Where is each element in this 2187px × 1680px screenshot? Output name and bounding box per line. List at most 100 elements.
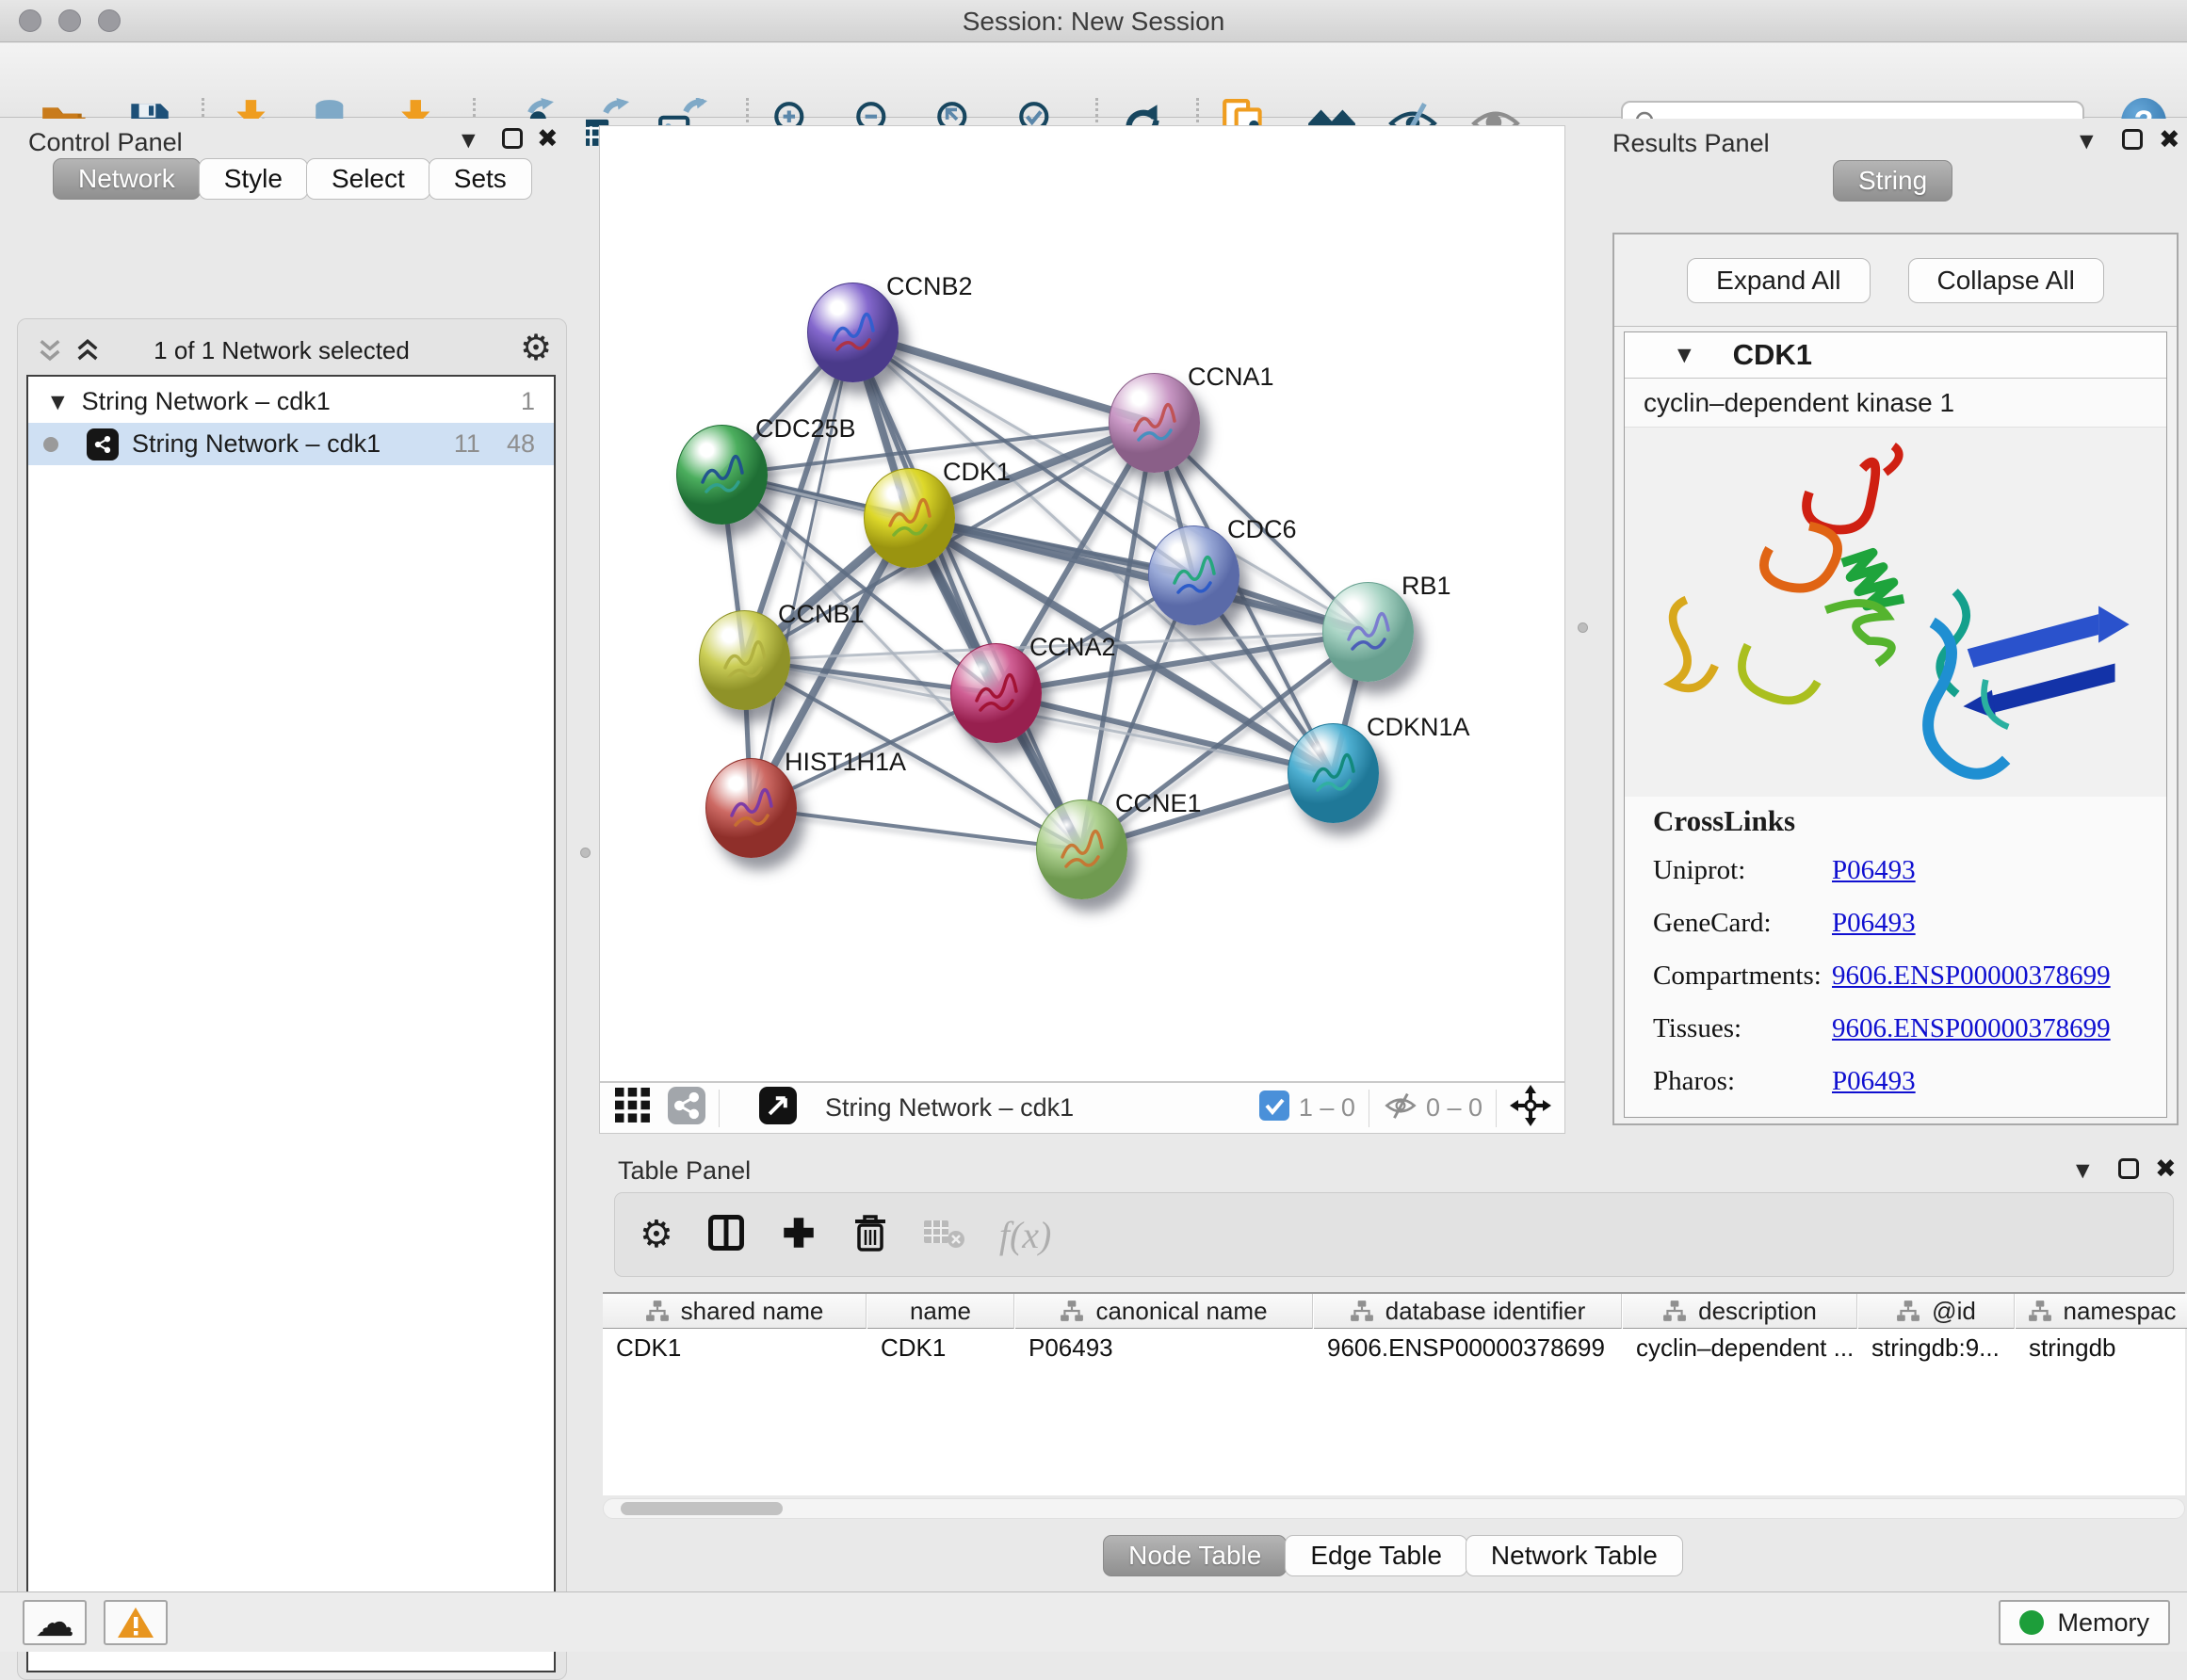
collection-expand-icon[interactable]: ▼ (51, 392, 65, 412)
right-splitter-handle[interactable] (1578, 622, 1588, 633)
cloud-status-button[interactable]: ☁ (23, 1600, 87, 1645)
protein-squiggle-icon (824, 306, 884, 366)
table-settings-gear-icon[interactable]: ⚙ (640, 1213, 673, 1256)
column-header-namespac[interactable]: namespac (2016, 1294, 2187, 1329)
cell-shared-name[interactable]: CDK1 (603, 1330, 867, 1365)
node-ccnb1[interactable] (699, 610, 790, 710)
table-horizontal-scrollbar[interactable] (603, 1498, 2185, 1519)
results-panel-title: Results Panel (1612, 129, 1770, 158)
node-label-cdc25b: CDC25B (755, 414, 856, 444)
cell-namespac[interactable]: stringdb (2016, 1330, 2187, 1365)
tab-network[interactable]: Network (53, 158, 201, 200)
node-ccna1[interactable] (1109, 373, 1200, 473)
selected-checkbox-icon[interactable] (1259, 1090, 1289, 1125)
network-canvas[interactable]: CCNB2 CCNA1 CDC25B CDK1 CDC6 RB1 CCNB1 C… (599, 125, 1565, 1082)
network-collection-row[interactable]: ▼ String Network – cdk1 1 (28, 380, 554, 423)
tab-style[interactable]: Style (199, 158, 308, 200)
network-status-dot-icon (43, 437, 58, 452)
table-panel-maximize-icon[interactable] (2118, 1158, 2139, 1179)
string-view-icon[interactable] (668, 1087, 705, 1129)
memory-label: Memory (2057, 1608, 2149, 1638)
crosslink-link[interactable]: 9606.ENSP00000378699 (1832, 1013, 2111, 1044)
collapse-all-networks-icon[interactable] (35, 336, 65, 371)
tab-select[interactable]: Select (306, 158, 430, 200)
warning-icon (117, 1606, 154, 1640)
cell--id[interactable]: stringdb:9... (1858, 1330, 2015, 1365)
crosslinks-heading: CrossLinks (1653, 804, 2166, 838)
hidden-eye-icon[interactable] (1383, 1088, 1418, 1128)
tab-network-table[interactable]: Network Table (1466, 1535, 1683, 1576)
scrollbar-thumb[interactable] (621, 1502, 783, 1515)
function-builder-icon[interactable]: f(x) (999, 1213, 1052, 1257)
node-label-hist1h1a: HIST1H1A (785, 748, 906, 777)
left-splitter-handle[interactable] (580, 848, 591, 858)
crosslink-row: Tissues:9606.ENSP00000378699 (1653, 1002, 2166, 1055)
results-panel-float-icon[interactable]: ▼ (2080, 131, 2094, 152)
column-header-canonical-name[interactable]: canonical name (1015, 1294, 1313, 1329)
cell-description[interactable]: cyclin–dependent ... (1623, 1330, 1857, 1365)
cell-canonical-name[interactable]: P06493 (1015, 1330, 1313, 1365)
tab-node-table[interactable]: Node Table (1103, 1535, 1287, 1576)
show-columns-icon[interactable] (705, 1212, 747, 1258)
node-rb1[interactable] (1322, 582, 1414, 682)
pan-crosshair-icon[interactable] (1510, 1085, 1551, 1131)
protein-squiggle-icon (1304, 747, 1365, 807)
column-header-description[interactable]: description (1623, 1294, 1857, 1329)
tab-sets[interactable]: Sets (429, 158, 532, 200)
column-header-database-identifier[interactable]: database identifier (1314, 1294, 1622, 1329)
crosslink-link[interactable]: P06493 (1832, 908, 1916, 939)
node-label-rb1: RB1 (1401, 572, 1451, 601)
cell-database-identifier[interactable]: 9606.ENSP00000378699 (1314, 1330, 1622, 1365)
crosslink-link[interactable]: P06493 (1832, 855, 1916, 886)
node-cdkn1a[interactable] (1288, 723, 1379, 823)
gene-description: cyclin–dependent kinase 1 (1625, 379, 2166, 428)
hidden-count: 0 – 0 (1426, 1093, 1482, 1123)
control-panel-float-icon[interactable]: ▼ (462, 130, 476, 151)
crosslink-row: Compartments:9606.ENSP00000378699 (1653, 949, 2166, 1002)
collapse-all-button[interactable]: Collapse All (1908, 258, 2104, 303)
node-cdk1[interactable] (864, 468, 955, 568)
add-column-icon[interactable] (779, 1213, 818, 1257)
crosslink-link[interactable]: 9606.ENSP00000378699 (1832, 961, 2111, 992)
table-panel-close-icon[interactable]: ✖ (2155, 1156, 2177, 1182)
network-row[interactable]: String Network – cdk1 11 48 (28, 423, 554, 465)
node-hist1h1a[interactable] (705, 758, 797, 858)
node-cdc6[interactable] (1148, 525, 1239, 625)
expand-all-button[interactable]: Expand All (1687, 258, 1870, 303)
column-header-shared-name[interactable]: shared name (603, 1294, 867, 1329)
tab-edge-table[interactable]: Edge Table (1285, 1535, 1467, 1576)
node-label-cdk1: CDK1 (943, 458, 1011, 487)
node-ccna2[interactable] (950, 643, 1042, 743)
control-panel-close-icon[interactable]: ✖ (537, 126, 559, 152)
node-cdc25b[interactable] (676, 425, 768, 525)
network-options-gear-icon[interactable]: ⚙ (520, 327, 552, 368)
crosslink-link[interactable]: P06493 (1832, 1066, 1916, 1097)
title-bar: Session: New Session (0, 0, 2187, 42)
birdseye-view-icon[interactable] (759, 1087, 797, 1129)
expand-all-networks-icon[interactable] (73, 336, 103, 371)
node-label-ccnb2: CCNB2 (886, 272, 973, 301)
warnings-button[interactable] (104, 1600, 168, 1645)
grid-view-icon[interactable] (615, 1088, 651, 1128)
crosslink-label: GeneCard: (1653, 908, 1832, 939)
tab-string[interactable]: String (1833, 160, 1952, 202)
table-panel-float-icon[interactable]: ▼ (2076, 1160, 2090, 1181)
memory-button[interactable]: Memory (1999, 1600, 2170, 1645)
control-panel-maximize-icon[interactable] (502, 128, 523, 149)
protein-squiggle-icon (881, 492, 941, 552)
column-header-name[interactable]: name (867, 1294, 1014, 1329)
node-ccne1[interactable] (1036, 800, 1127, 899)
string-results-box: Expand All Collapse All ▼ CDK1 cyclin–de… (1612, 233, 2179, 1125)
gene-collapse-icon[interactable]: ▼ (1677, 345, 1692, 365)
protein-squiggle-icon (722, 782, 783, 842)
results-panel-close-icon[interactable]: ✖ (2159, 127, 2180, 153)
node-ccnb2[interactable] (807, 283, 899, 382)
column-header--id[interactable]: @id (1858, 1294, 2015, 1329)
delete-table-icon[interactable] (922, 1215, 965, 1255)
toolbar-divider (1496, 1090, 1497, 1127)
delete-column-icon[interactable] (850, 1212, 890, 1258)
cell-name[interactable]: CDK1 (867, 1330, 1014, 1365)
node-table[interactable]: shared namenamecanonical namedatabase id… (603, 1292, 2185, 1495)
results-panel-maximize-icon[interactable] (2122, 129, 2143, 150)
network-label: String Network – cdk1 (132, 429, 381, 459)
